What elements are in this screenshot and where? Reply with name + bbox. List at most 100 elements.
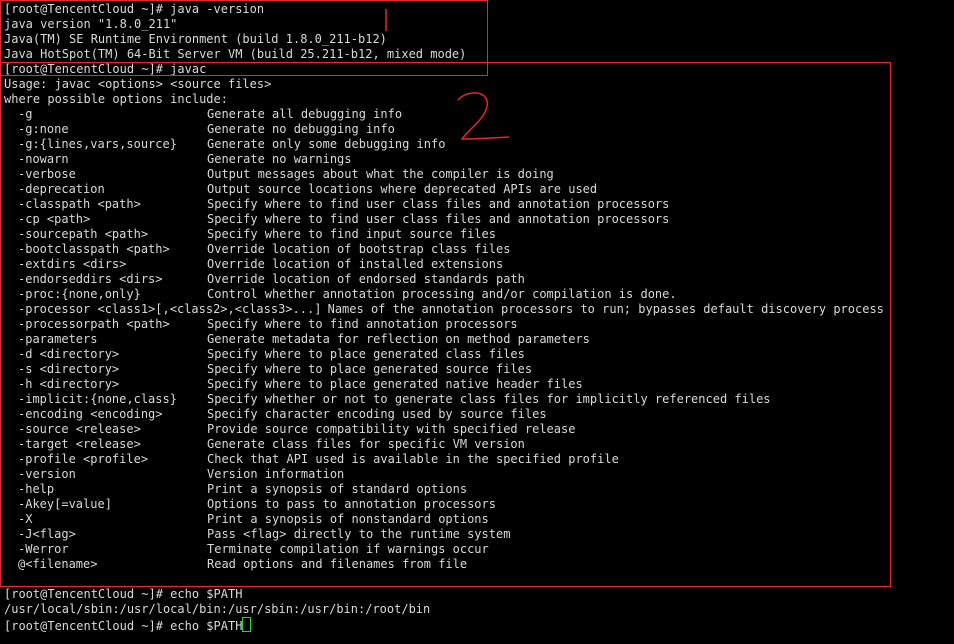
option-row: -g:{lines,vars,source} Generate only some… [0,137,954,152]
option-row: -Akey[=value] Options to pass to annotati… [0,497,954,512]
option-flag: -nowarn [18,152,69,166]
option-description: Specify where to place generated class f… [207,347,525,361]
option-flag: -profile <profile> [18,452,149,466]
option-row: -J<flag> Pass <flag> directly to the runt… [0,527,954,542]
option-flag: -h <directory> [18,377,120,391]
option-description: Output source locations where deprecated… [207,182,598,196]
option-description: Specify where to find annotation process… [207,317,518,331]
option-description: Specify character encoding used by sourc… [207,407,547,421]
option-row: -cp <path> Specify where to find user cla… [0,212,954,227]
option-row: -classpath <path> Specify where to find u… [0,197,954,212]
terminal-line: Java(TM) SE Runtime Environment (build 1… [4,32,387,46]
terminal-line: Usage: javac <options> <source files> [4,77,272,91]
option-flag: -Werror [18,542,69,556]
option-description: Provide source compatibility with specif… [207,422,576,436]
option-description: Check that API used is available in the … [207,452,619,466]
option-description: Pass <flag> directly to the runtime syst… [207,527,511,541]
option-row: -help Print a synopsis of standard option… [0,482,954,497]
option-description: Print a synopsis of standard options [207,482,468,496]
option-flag: -bootclasspath <path> [18,242,170,256]
option-flag: -J<flag> [18,527,76,541]
option-flag: -deprecation [18,182,105,196]
option-row: -X Print a synopsis of nonstandard option… [0,512,954,527]
option-row: -proc:{none,only} Control whether annotat… [0,287,954,302]
option-flag: -extdirs <dirs> [18,257,127,271]
option-flag: -parameters [18,332,98,346]
option-flag: -version [18,467,76,481]
option-row: -sourcepath <path> Specify where to find … [0,227,954,242]
terminal-cursor [242,617,252,632]
option-row: -implicit:{none,class} Specify whether or… [0,392,954,407]
terminal-line: [root@TencentCloud ~]# javac [4,62,207,76]
option-description: Generate only some debugging info [207,137,446,151]
option-description: Generate metadata for reflection on meth… [207,332,590,346]
option-flag: -processorpath <path> [18,317,170,331]
option-row: -d <directory> Specify where to place gen… [0,347,954,362]
option-row: -Werror Terminate compilation if warnings… [0,542,954,557]
option-description: Override location of endorsed standards … [207,272,525,286]
option-row: -bootclasspath <path> Override location o… [0,242,954,257]
option-flag: -verbose [18,167,76,181]
option-flag: -endorseddirs <dirs> [18,272,163,286]
option-description: Version information [207,467,345,481]
option-row: -verbose Output messages about what the c… [0,167,954,182]
option-row: -source <release> Provide source compatib… [0,422,954,437]
option-row: -target <release> Generate class files fo… [0,437,954,452]
option-description: Terminate compilation if warnings occur [207,542,489,556]
option-flag: -sourcepath <path> [18,227,149,241]
option-description: Generate all debugging info [207,107,403,121]
option-description: Specify where to find user class files a… [207,212,670,226]
option-row: -deprecation Output source locations wher… [0,182,954,197]
terminal-prompt[interactable]: [root@TencentCloud ~]# echo $PATH [4,617,252,633]
terminal-line: [root@TencentCloud ~]# echo $PATH [4,587,243,601]
option-row: @<filename> Read options and filenames fr… [0,557,954,572]
option-row: -version Version information [0,467,954,482]
option-row: -profile <profile> Check that API used is… [0,452,954,467]
option-row: -processorpath <path> Specify where to fi… [0,317,954,332]
option-row: -s <directory> Specify where to place gen… [0,362,954,377]
option-flag: -source <release> [18,422,141,436]
option-description: Control whether annotation processing an… [207,287,677,301]
option-row: -parameters Generate metadata for reflect… [0,332,954,347]
option-flag: -d <directory> [18,347,120,361]
option-row: -nowarn Generate no warnings [0,152,954,167]
option-row: -extdirs <dirs> Override location of inst… [0,257,954,272]
terminal-line: [root@TencentCloud ~]# java -version [4,2,265,16]
option-description: Specify whether or not to generate class… [207,392,771,406]
terminal-line: where possible options include: [4,92,228,106]
option-flag: -implicit:{none,class} [18,392,177,406]
option-flag: -Akey[=value] [18,497,112,511]
option-description: Specify where to place generated native … [207,377,583,391]
terminal-line: Java HotSpot(TM) 64-Bit Server VM (build… [4,47,467,61]
option-description: Generate no warnings [207,152,352,166]
option-description: Specify where to place generated source … [207,362,533,376]
option-description: Read options and filenames from file [207,557,468,571]
option-description: Override location of bootstrap class fil… [207,242,511,256]
option-flag: -classpath <path> [18,197,141,211]
option-flag: -s <directory> [18,362,120,376]
terminal-window[interactable]: [root@TencentCloud ~]# java -version java… [0,0,954,644]
option-description: Print a synopsis of nonstandard options [207,512,489,526]
option-description: Override location of installed extension… [207,257,504,271]
option-row: -g:none Generate no debugging info [0,122,954,137]
option-flag: -g:none [18,122,69,136]
option-flag: -encoding <encoding> [18,407,163,421]
option-flag: -X [18,512,33,526]
option-flag: -proc:{none,only} [18,287,141,301]
option-row: -processor <class1>[,<class2>,<class3>..… [0,302,954,317]
terminal-line: java version "1.8.0_211" [4,17,178,31]
option-flag: -help [18,482,55,496]
option-flag: -target <release> [18,437,141,451]
option-row: -endorseddirs <dirs> Override location of… [0,272,954,287]
option-flag: -processor <class1>[,<class2>,<class3>..… [18,302,322,316]
option-row: -encoding <encoding> Specify character en… [0,407,954,422]
option-description: Generate class files for specific VM ver… [207,437,525,451]
option-description: Specify where to find input source files [207,227,496,241]
option-flag: -g [18,107,33,121]
option-flag: -g:{lines,vars,source} [18,137,177,151]
option-description: Names of the annotation processors to ru… [327,302,884,316]
option-description: Specify where to find user class files a… [207,197,670,211]
option-description: Generate no debugging info [207,122,395,136]
option-row: -h <directory> Specify where to place gen… [0,377,954,392]
option-description: Output messages about what the compiler … [207,167,554,181]
